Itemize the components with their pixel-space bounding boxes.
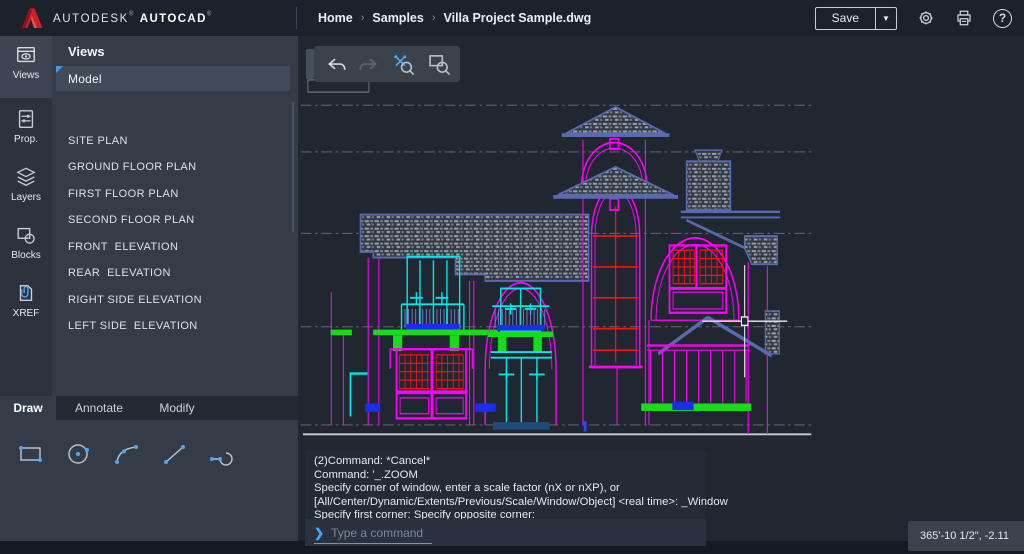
layers-icon <box>15 166 37 188</box>
view-item-left-side-elevation[interactable]: LEFT SIDE ELEVATION <box>56 313 290 338</box>
draw-tools-area <box>0 420 298 541</box>
middle-step <box>493 422 550 429</box>
view-item-rear-elevation[interactable]: REAR ELEVATION <box>56 260 290 285</box>
command-placeholder: Type a command <box>331 526 423 540</box>
command-input-underline <box>314 543 432 544</box>
command-history-line: Specify corner of window, enter a scale … <box>314 482 697 496</box>
keystone-upper <box>610 139 619 149</box>
autodesk-logo-icon <box>20 7 44 29</box>
xref-paperclip-icon <box>15 282 37 304</box>
view-item-site-plan[interactable]: SITE PLAN <box>56 128 290 153</box>
command-history-line: [All/Center/Dynamic/Extents/Previous/Sca… <box>314 496 697 510</box>
view-item-front-elevation[interactable]: FRONT ELEVATION <box>56 234 290 259</box>
tab-modify[interactable]: Modify <box>142 396 212 420</box>
breadcrumb-home[interactable]: Home <box>318 11 353 25</box>
left-floor-band <box>331 330 498 352</box>
view-item-model[interactable]: Model <box>56 66 290 91</box>
topbar-actions: Save ▼ ? <box>815 0 1012 36</box>
line-tool-icon[interactable] <box>154 434 194 474</box>
crosshair-cursor <box>702 265 787 377</box>
views-scrollbar[interactable] <box>292 102 294 232</box>
zoom-window-icon[interactable] <box>426 51 452 77</box>
command-history-line: Command: '_.ZOOM <box>314 469 697 483</box>
porch-roof-left <box>658 317 708 353</box>
right-window <box>670 245 727 312</box>
blue-mark <box>584 421 587 431</box>
tower-roof-lower <box>557 167 673 195</box>
canvas-toolbar <box>314 46 460 82</box>
breadcrumb-samples[interactable]: Samples <box>372 11 423 25</box>
top-bar: AUTODESK® AUTOCAD® Home › Samples › Vill… <box>0 0 1024 36</box>
autocad-web-app: (2)Command: *Cancel* Command: '_.ZOOM Sp… <box>0 0 1024 554</box>
left-roof-hatch <box>360 215 588 281</box>
breadcrumb-filename: Villa Project Sample.dwg <box>444 11 592 25</box>
sidebar-item-views[interactable]: Views <box>0 36 52 98</box>
view-item-ground-floor-plan[interactable]: GROUND FLOOR PLAN <box>56 154 290 179</box>
right-eave-hatch <box>745 236 778 264</box>
left-lower-window <box>390 349 472 418</box>
breadcrumb-separator: › <box>432 12 436 24</box>
keystone-lower <box>610 199 619 210</box>
right-gable-cap <box>695 150 722 161</box>
redo-icon[interactable] <box>357 51 383 77</box>
tab-draw[interactable]: Draw <box>0 396 56 420</box>
views-panel-title: Views <box>68 44 105 59</box>
topbar-divider <box>296 7 297 29</box>
coordinates-readout: 365'-10 1/2", -2.11 <box>908 521 1024 551</box>
view-item-right-side-elevation[interactable]: RIGHT SIDE ELEVATION <box>56 287 290 312</box>
tower-roof-top <box>566 107 665 133</box>
tool-tabs-bar: Draw Annotate Modify <box>0 396 298 420</box>
command-input[interactable]: ❯ Type a command <box>305 519 706 546</box>
tab-annotate[interactable]: Annotate <box>56 396 142 420</box>
undo-icon[interactable] <box>322 51 348 77</box>
rectangle-tool-icon[interactable] <box>10 434 50 474</box>
right-wall-hatch <box>765 311 779 354</box>
print-icon[interactable] <box>955 9 973 27</box>
help-icon[interactable]: ? <box>993 9 1012 28</box>
circle-tool-icon[interactable] <box>58 434 98 474</box>
settings-gear-icon[interactable] <box>917 9 935 27</box>
save-button[interactable]: Save <box>816 8 875 29</box>
left-nav-strip: Views Prop. Layers B <box>0 36 52 396</box>
brand: AUTODESK® AUTOCAD® <box>20 0 211 36</box>
save-dropdown-caret[interactable]: ▼ <box>876 8 896 29</box>
view-item-second-floor-plan[interactable]: SECOND FLOOR PLAN <box>56 207 290 232</box>
sidebar-item-layers[interactable]: Layers <box>0 158 52 216</box>
views-panel: Views Model SITE PLAN GROUND FLOOR PLAN … <box>52 36 298 396</box>
sidebar-item-blocks[interactable]: Blocks <box>0 216 52 274</box>
sidebar-item-xref[interactable]: XREF <box>0 274 52 332</box>
breadcrumb-separator: › <box>361 12 365 24</box>
views-eye-icon <box>15 44 37 66</box>
blocks-icon <box>15 224 37 246</box>
right-gable-hatch <box>687 161 731 210</box>
sidebar-item-properties[interactable]: Prop. <box>0 100 52 160</box>
properties-icon <box>15 108 37 130</box>
polyline-tool-icon[interactable] <box>202 434 242 474</box>
toolbar-collapse-handle[interactable] <box>306 49 314 79</box>
left-cyan-pipe <box>350 374 367 417</box>
save-split-button: Save ▼ <box>815 7 897 30</box>
tower-window <box>589 186 643 367</box>
arc-tool-icon[interactable] <box>106 434 146 474</box>
breadcrumb: Home › Samples › Villa Project Sample.dw… <box>318 0 591 36</box>
command-history-line: (2)Command: *Cancel* <box>314 455 697 469</box>
command-prompt-icon: ❯ <box>314 526 324 540</box>
right-railing <box>641 345 751 410</box>
view-item-first-floor-plan[interactable]: FIRST FLOOR PLAN <box>56 181 290 206</box>
zoom-previous-icon[interactable] <box>391 51 417 77</box>
brand-text: AUTODESK® AUTOCAD® <box>53 9 211 27</box>
